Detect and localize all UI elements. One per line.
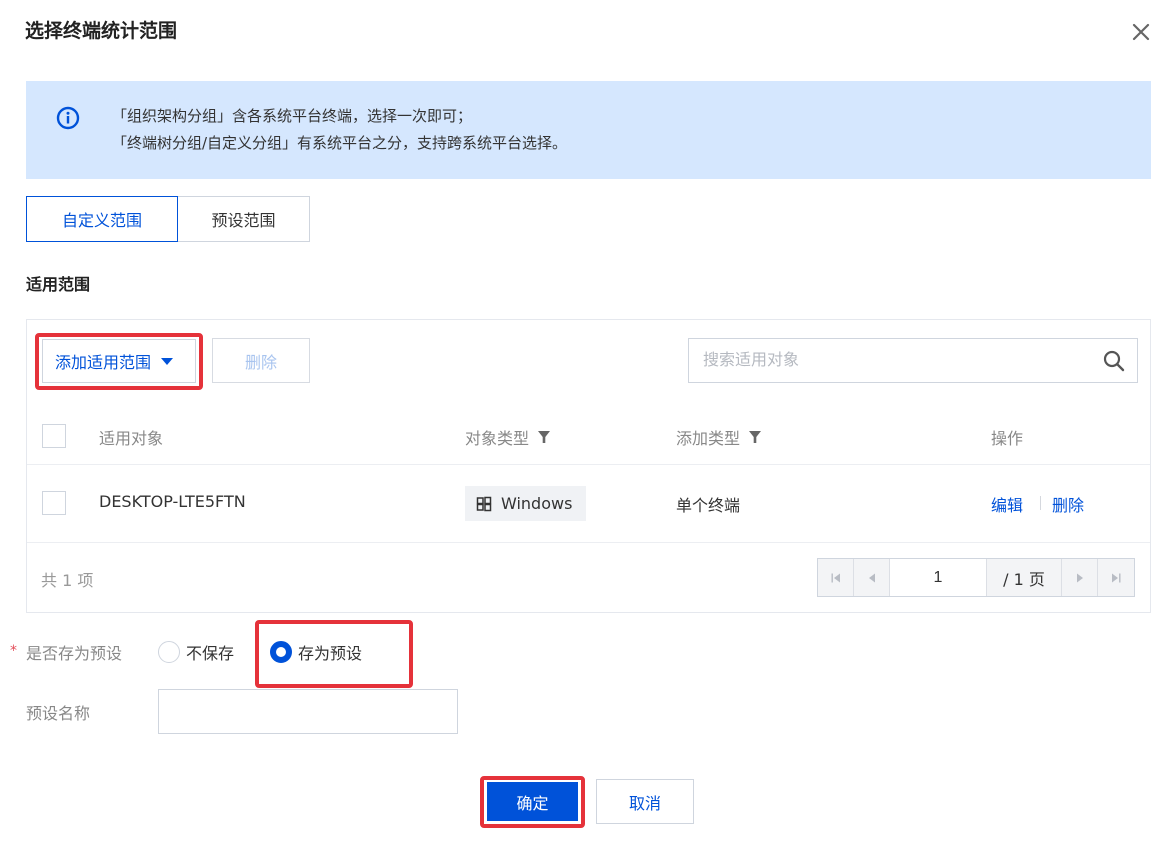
filter-icon[interactable] — [748, 430, 762, 444]
tab-preset-scope[interactable]: 预设范围 — [177, 196, 310, 242]
column-header-actions: 操作 — [991, 425, 1023, 449]
next-page-icon — [1076, 573, 1083, 582]
dialog-title: 选择终端统计范围 — [25, 20, 178, 42]
radio-no-save[interactable]: 不保存 — [158, 640, 234, 664]
tab-custom-scope[interactable]: 自定义范围 — [26, 196, 178, 242]
last-page-button[interactable] — [1098, 559, 1134, 596]
save-preset-label: 是否存为预设 — [26, 644, 123, 663]
row-delete-link[interactable]: 删除 — [1052, 492, 1084, 516]
search-icon[interactable] — [1102, 349, 1126, 373]
column-header-type-label: 对象类型 — [465, 429, 530, 448]
row-checkbox[interactable] — [42, 491, 66, 515]
preset-name-label: 预设名称 — [26, 704, 91, 723]
os-type-label: Windows — [501, 494, 573, 513]
row-add-type: 单个终端 — [676, 496, 741, 515]
preset-name-input[interactable] — [158, 689, 458, 734]
column-header-type: 对象类型 — [465, 425, 551, 449]
scope-section-label: 适用范围 — [26, 275, 91, 294]
next-page-button[interactable] — [1062, 559, 1098, 596]
search-box — [688, 338, 1138, 383]
required-mark: * — [10, 643, 17, 659]
radio-save-preset-dot — [270, 641, 292, 663]
notice-line-1: 「组织架构分组」含各系统平台终端，选择一次即可； — [112, 107, 473, 125]
confirm-button[interactable]: 确定 — [487, 782, 578, 821]
notice-line-2: 「终端树分组/自定义分组」有系统平台之分，支持跨系统平台选择。 — [112, 134, 568, 152]
radio-no-save-label: 不保存 — [186, 644, 235, 663]
pagination: / 1 页 — [817, 558, 1135, 597]
close-icon — [1132, 23, 1150, 41]
last-page-icon — [1112, 573, 1121, 582]
total-count: 共 1 项 — [41, 571, 94, 590]
first-page-icon — [831, 573, 840, 582]
prev-page-icon — [868, 573, 875, 582]
windows-icon — [476, 496, 492, 511]
edit-link[interactable]: 编辑 — [991, 492, 1023, 516]
first-page-button[interactable] — [818, 559, 854, 596]
os-type-tag: Windows — [465, 486, 586, 521]
row-divider — [27, 542, 1150, 543]
column-header-object-label: 适用对象 — [99, 429, 164, 448]
radio-save-preset-label: 存为预设 — [298, 644, 363, 663]
add-scope-label: 添加适用范围 — [55, 353, 152, 372]
row-object-name: DESKTOP-LTE5FTN — [99, 492, 246, 511]
caret-down-icon — [161, 357, 174, 365]
row-divider — [27, 464, 1150, 465]
page-total: / 1 页 — [987, 559, 1062, 596]
search-input[interactable] — [689, 339, 1089, 382]
page-number-input[interactable] — [890, 559, 987, 596]
add-scope-button[interactable]: 添加适用范围 — [42, 339, 196, 383]
info-icon — [56, 106, 80, 130]
radio-save-preset[interactable]: 存为预设 — [270, 640, 362, 664]
info-notice: 「组织架构分组」含各系统平台终端，选择一次即可； 「终端树分组/自定义分组」有系… — [26, 81, 1151, 179]
filter-icon[interactable] — [537, 430, 551, 444]
close-button[interactable] — [1127, 18, 1155, 46]
column-header-add-type-label: 添加类型 — [676, 429, 741, 448]
prev-page-button[interactable] — [854, 559, 890, 596]
column-header-object: 适用对象 — [99, 425, 163, 449]
column-header-actions-label: 操作 — [991, 429, 1024, 448]
column-header-add-type: 添加类型 — [676, 425, 762, 449]
action-divider — [1040, 496, 1041, 510]
select-all-checkbox[interactable] — [42, 424, 66, 448]
cancel-button[interactable]: 取消 — [596, 779, 694, 824]
radio-no-save-dot — [158, 641, 180, 663]
delete-button[interactable]: 删除 — [212, 338, 310, 383]
